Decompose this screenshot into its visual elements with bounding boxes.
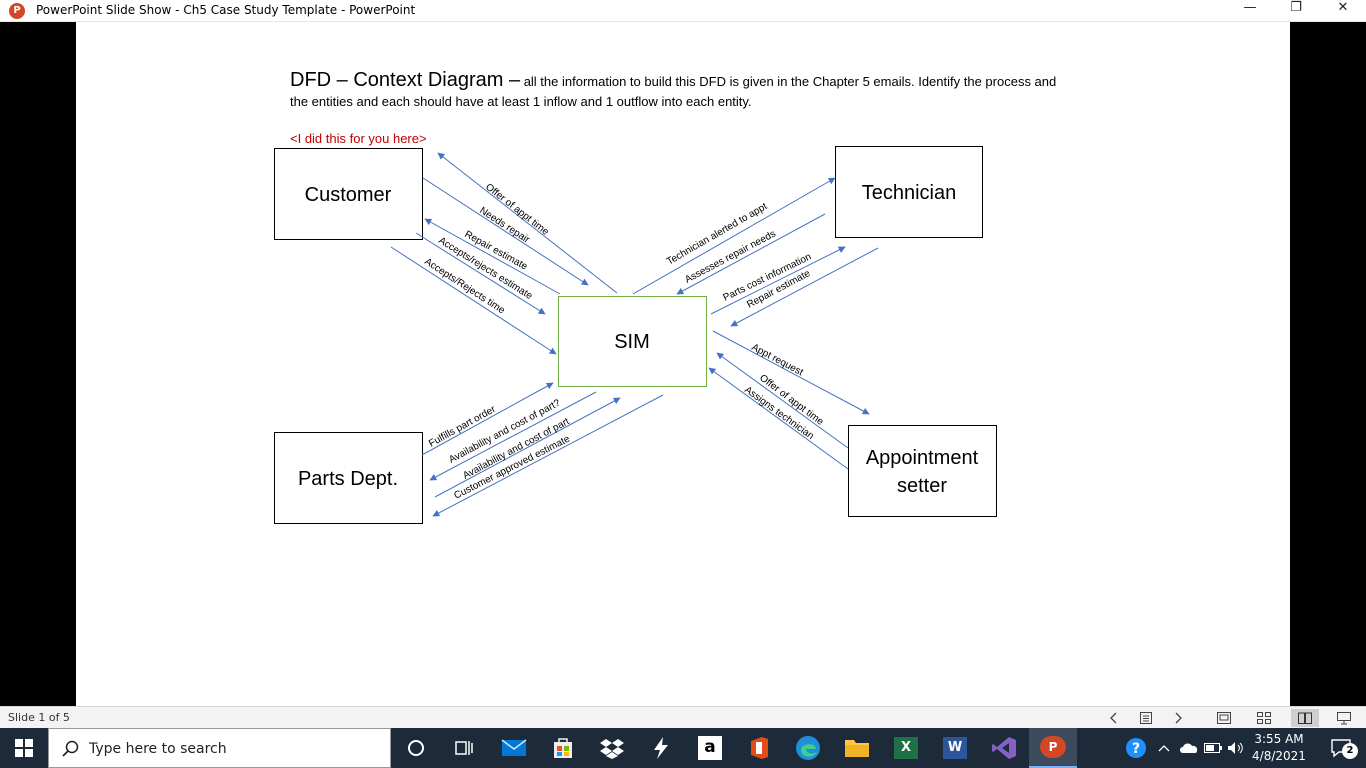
reading-view-button[interactable] <box>1291 709 1319 727</box>
powerpoint-app-icon: P <box>9 3 25 19</box>
entity-parts-dept-label: Parts Dept. <box>298 468 398 490</box>
next-slide-button[interactable] <box>1167 709 1189 727</box>
search-icon <box>62 740 79 757</box>
word-app-button[interactable]: W <box>931 728 979 768</box>
slide-menu-button[interactable] <box>1135 709 1157 727</box>
entity-appointment-setter: Appointment setter <box>848 425 997 517</box>
taskbar-search-box[interactable]: Type here to search <box>48 728 391 768</box>
powerpoint-icon: P <box>1040 736 1066 758</box>
excel-icon: X <box>894 737 918 759</box>
instructor-note: <I did this for you here> <box>290 131 427 146</box>
battery-icon <box>1204 743 1222 753</box>
edge-app-button[interactable] <box>784 728 832 768</box>
flow-label-accepts-rejects-time: Accepts/Rejects time <box>422 256 507 316</box>
slide-heading: DFD – Context Diagram – all the informat… <box>290 69 1056 91</box>
cortana-button[interactable] <box>392 728 440 768</box>
action-center-button[interactable]: 2 <box>1318 728 1364 768</box>
window-title-bar: P PowerPoint Slide Show - Ch5 Case Study… <box>0 0 1366 22</box>
slide-show-icon <box>1337 712 1351 725</box>
windows-taskbar: Type here to search a X W P ? 3:55 AM 4/… <box>0 728 1366 768</box>
slide-count: Slide 1 of 5 <box>8 711 70 724</box>
excel-app-button[interactable]: X <box>882 728 930 768</box>
store-app-button[interactable] <box>539 728 587 768</box>
normal-view-icon <box>1217 712 1231 724</box>
file-explorer-button[interactable] <box>833 728 881 768</box>
entity-customer-label: Customer <box>305 184 392 206</box>
slide-heading-line2: the entities and each should have at lea… <box>290 94 752 109</box>
entity-parts-dept: Parts Dept. <box>274 432 423 524</box>
entity-technician: Technician <box>835 146 983 238</box>
flow-label-appt-request: Appt request <box>750 342 805 378</box>
restore-button[interactable]: ❐ <box>1273 0 1319 22</box>
edge-icon <box>796 736 820 760</box>
slide-sorter-button[interactable] <box>1253 709 1275 727</box>
cortana-icon <box>408 740 424 756</box>
dropbox-icon <box>600 739 624 759</box>
slide-show-area: DFD – Context Diagram – all the informat… <box>0 22 1366 706</box>
task-view-icon <box>455 741 473 755</box>
slide-sorter-icon <box>1257 712 1271 724</box>
slide[interactable]: DFD – Context Diagram – all the informat… <box>76 22 1290 706</box>
chevron-left-icon <box>1110 712 1117 724</box>
office-icon <box>751 737 768 759</box>
system-clock[interactable]: 3:55 AM 4/8/2021 <box>1248 731 1310 765</box>
chevron-right-icon <box>1175 712 1182 724</box>
lightning-icon <box>654 737 668 759</box>
battery-button[interactable] <box>1202 728 1224 768</box>
entity-customer: Customer <box>274 148 423 240</box>
reading-view-icon <box>1298 712 1312 724</box>
visual-studio-button[interactable] <box>980 728 1028 768</box>
search-placeholder: Type here to search <box>89 741 227 757</box>
mail-icon <box>501 739 527 756</box>
help-tray-button[interactable]: ? <box>1122 728 1150 768</box>
process-sim-label: SIM <box>614 331 650 353</box>
powerpoint-app-button[interactable]: P <box>1029 728 1077 768</box>
minimize-button[interactable]: — <box>1227 0 1273 22</box>
speaker-icon <box>1228 742 1243 754</box>
cloud-icon <box>1180 743 1198 753</box>
entity-technician-label: Technician <box>862 182 957 204</box>
word-icon: W <box>943 737 967 759</box>
previous-slide-button[interactable] <box>1103 709 1125 727</box>
amazon-app-button[interactable]: a <box>686 728 734 768</box>
clock-time: 3:55 AM <box>1254 732 1304 746</box>
window-title: PowerPoint Slide Show - Ch5 Case Study T… <box>36 3 416 17</box>
onedrive-button[interactable] <box>1177 728 1201 768</box>
mail-app-button[interactable] <box>490 728 538 768</box>
store-icon <box>554 738 572 758</box>
slide-show-button[interactable] <box>1333 709 1355 727</box>
start-button[interactable] <box>0 728 48 768</box>
amazon-icon: a <box>698 736 722 760</box>
visual-studio-icon <box>992 737 1016 759</box>
windows-logo-icon <box>15 739 33 757</box>
status-bar: Slide 1 of 5 <box>0 706 1366 728</box>
close-button[interactable]: ✕ <box>1320 0 1366 22</box>
folder-icon <box>845 740 869 757</box>
help-icon: ? <box>1126 738 1146 758</box>
process-sim: SIM <box>558 296 707 387</box>
entity-appointment-label-1: Appointment <box>866 447 979 469</box>
entity-appointment-label-2: setter <box>897 475 947 497</box>
normal-view-button[interactable] <box>1213 709 1235 727</box>
office-app-button[interactable] <box>735 728 783 768</box>
notification-badge: 2 <box>1342 743 1358 759</box>
chevron-up-icon <box>1158 745 1170 752</box>
menu-icon <box>1140 712 1152 724</box>
volume-button[interactable] <box>1225 728 1247 768</box>
svg-text:?: ? <box>1132 741 1140 757</box>
task-view-button[interactable] <box>440 728 488 768</box>
show-hidden-icons-button[interactable] <box>1153 728 1175 768</box>
dropbox-app-button[interactable] <box>588 728 636 768</box>
app-lightning-button[interactable] <box>637 728 685 768</box>
clock-date: 4/8/2021 <box>1252 749 1306 763</box>
